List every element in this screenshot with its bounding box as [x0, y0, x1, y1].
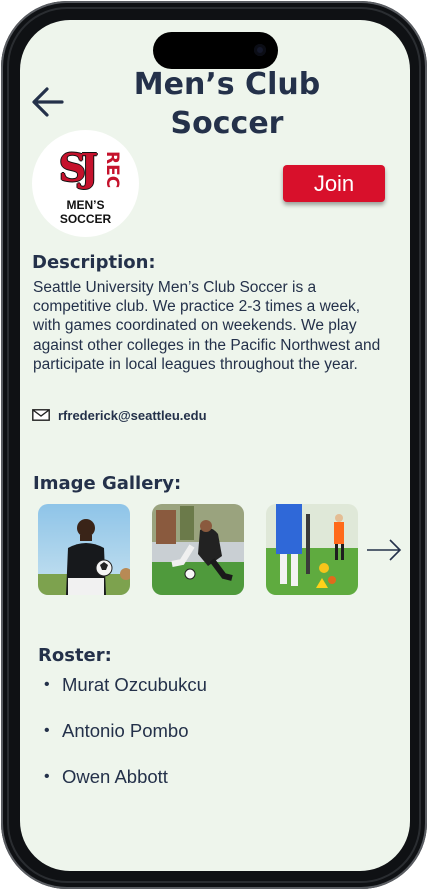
logo-line-1: MEN’S: [66, 198, 105, 212]
tackle-image: [152, 504, 244, 595]
training-image: [266, 504, 358, 595]
bullet: •: [44, 676, 50, 693]
gallery-image-training[interactable]: [266, 504, 358, 595]
dynamic-island: [153, 32, 278, 69]
description-heading: Description:: [32, 252, 156, 273]
roster-item: • Murat Ozcubukcu: [40, 674, 207, 720]
roster-name: Antonio Pombo: [62, 720, 189, 741]
arrow-left-icon: [32, 87, 64, 117]
email-link[interactable]: rfrederick@seattleu.edu: [58, 408, 207, 423]
next-arrow[interactable]: [366, 538, 402, 562]
gallery-image-player[interactable]: [38, 504, 130, 595]
logo-rec: REC: [102, 151, 122, 189]
roster-item: • Owen Abbott: [40, 766, 207, 812]
mail-icon: [32, 409, 50, 421]
screen: Men’s Club Soccer SJ REC MEN’S SOCCER Jo…: [20, 20, 410, 871]
roster-heading: Roster:: [38, 645, 112, 666]
join-button[interactable]: Join: [283, 165, 385, 202]
gallery-heading: Image Gallery:: [33, 473, 182, 494]
camera-icon: [254, 44, 266, 56]
gallery-image-tackle[interactable]: [152, 504, 244, 595]
roster-list: • Murat Ozcubukcu • Antonio Pombo • Owen…: [40, 674, 207, 812]
roster-name: Murat Ozcubukcu: [62, 674, 207, 695]
page-title: Men’s Club Soccer: [133, 67, 321, 141]
roster-name: Owen Abbott: [62, 766, 168, 787]
bullet: •: [44, 722, 50, 739]
club-logo: SJ REC MEN’S SOCCER: [32, 130, 139, 237]
logo-line-2: SOCCER: [59, 212, 112, 226]
description-text: Seattle University Men’s Club Soccer is …: [33, 279, 381, 373]
contact-row: rfrederick@seattleu.edu: [32, 406, 207, 424]
arrow-right-icon: [367, 539, 402, 561]
back-button[interactable]: [30, 84, 66, 120]
player-image: [38, 504, 130, 595]
bullet: •: [44, 768, 50, 785]
roster-item: • Antonio Pombo: [40, 720, 207, 766]
logo-initials: SJ: [58, 145, 98, 190]
